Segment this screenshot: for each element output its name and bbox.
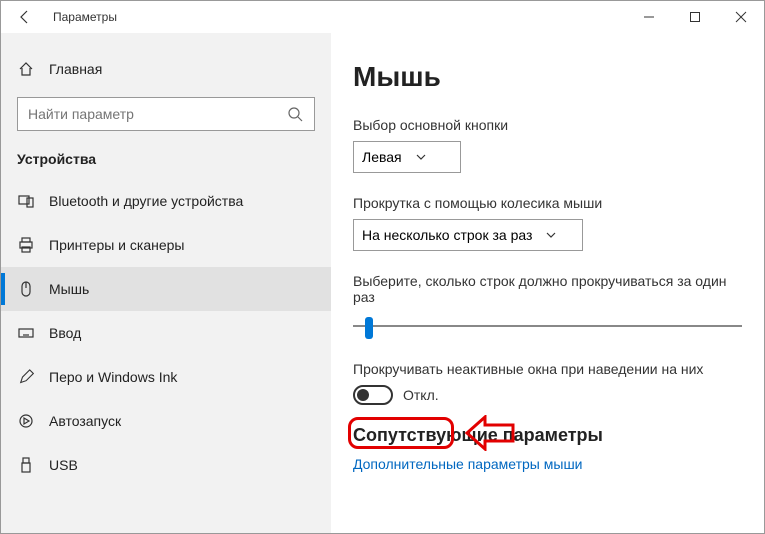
- sidebar-item-label: Мышь: [49, 281, 89, 297]
- inactive-scroll-toggle[interactable]: [353, 385, 393, 405]
- primary-button-label: Выбор основной кнопки: [353, 117, 742, 133]
- lines-label: Выберите, сколько строк должно прокручив…: [353, 273, 733, 305]
- autoplay-icon: [17, 413, 35, 429]
- sidebar-item-bluetooth[interactable]: Bluetooth и другие устройства: [1, 179, 331, 223]
- related-heading: Сопутствующие параметры: [353, 425, 742, 446]
- sidebar-item-label: Ввод: [49, 325, 81, 341]
- sidebar-item-usb[interactable]: USB: [1, 443, 331, 487]
- sidebar-item-autoplay[interactable]: Автозапуск: [1, 399, 331, 443]
- search-box[interactable]: [17, 97, 315, 131]
- additional-mouse-options-link[interactable]: Дополнительные параметры мыши: [353, 456, 742, 472]
- home-icon: [17, 61, 35, 77]
- devices-icon: [17, 193, 35, 209]
- sidebar-item-mouse[interactable]: Мышь: [1, 267, 331, 311]
- maximize-button[interactable]: [672, 1, 718, 33]
- slider-track: [353, 325, 742, 327]
- toggle-knob: [357, 389, 369, 401]
- primary-button-value: Левая: [362, 149, 402, 165]
- main-panel: Мышь Выбор основной кнопки Левая Прокрут…: [331, 33, 764, 533]
- sidebar-item-pen[interactable]: Перо и Windows Ink: [1, 355, 331, 399]
- search-icon: [286, 106, 304, 122]
- scroll-wheel-select[interactable]: На несколько строк за раз: [353, 219, 583, 251]
- minimize-button[interactable]: [626, 1, 672, 33]
- sidebar-item-typing[interactable]: Ввод: [1, 311, 331, 355]
- sidebar: Главная Устройства Bluetooth и другие ус…: [1, 33, 331, 533]
- window-title: Параметры: [49, 10, 117, 24]
- slider-thumb[interactable]: [365, 317, 373, 339]
- lines-slider[interactable]: [353, 315, 742, 339]
- scroll-wheel-value: На несколько строк за раз: [362, 227, 532, 243]
- pen-icon: [17, 369, 35, 385]
- sidebar-item-label: Bluetooth и другие устройства: [49, 193, 243, 209]
- close-button[interactable]: [718, 1, 764, 33]
- toggle-state-label: Откл.: [403, 387, 439, 403]
- home-label: Главная: [49, 61, 102, 77]
- sidebar-category-title: Устройства: [1, 145, 331, 179]
- primary-button-select[interactable]: Левая: [353, 141, 461, 173]
- inactive-scroll-label: Прокручивать неактивные окна при наведен…: [353, 361, 742, 377]
- sidebar-item-label: Автозапуск: [49, 413, 121, 429]
- sidebar-item-label: Принтеры и сканеры: [49, 237, 184, 253]
- chevron-down-icon: [544, 229, 558, 241]
- mouse-icon: [17, 281, 35, 297]
- chevron-down-icon: [414, 151, 428, 163]
- titlebar: Параметры: [1, 1, 764, 33]
- keyboard-icon: [17, 325, 35, 341]
- sidebar-item-label: USB: [49, 457, 78, 473]
- sidebar-item-printers[interactable]: Принтеры и сканеры: [1, 223, 331, 267]
- sidebar-item-label: Перо и Windows Ink: [49, 369, 177, 385]
- sidebar-item-home[interactable]: Главная: [1, 51, 331, 87]
- search-input[interactable]: [28, 106, 286, 122]
- scroll-wheel-label: Прокрутка с помощью колесика мыши: [353, 195, 742, 211]
- back-button[interactable]: [1, 1, 49, 33]
- page-title: Мышь: [353, 61, 742, 93]
- printer-icon: [17, 237, 35, 253]
- usb-icon: [17, 457, 35, 473]
